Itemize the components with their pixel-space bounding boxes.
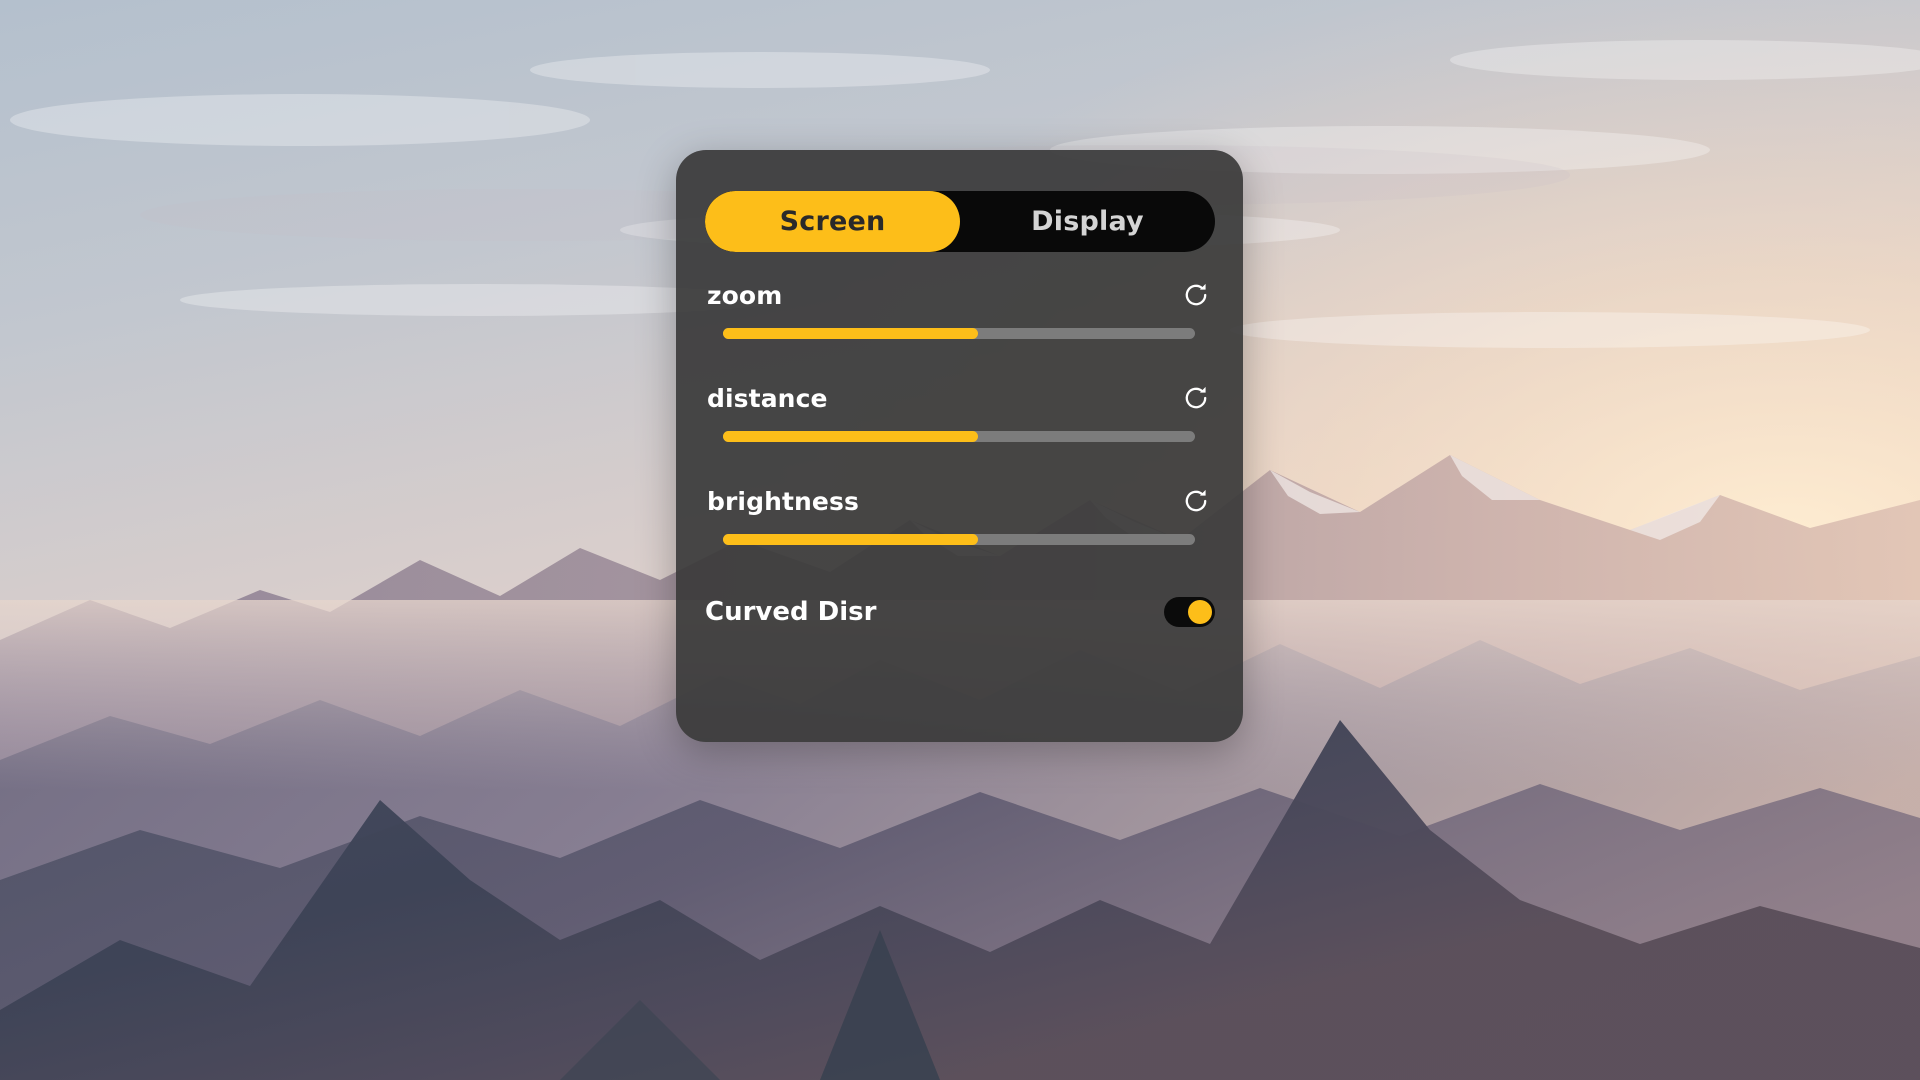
slider-fill-distance xyxy=(723,431,978,442)
slider-label-brightness: brightness xyxy=(707,486,859,516)
tab-screen[interactable]: Screen xyxy=(705,191,960,252)
slider-label-distance: distance xyxy=(707,383,828,413)
slider-fill-zoom xyxy=(723,328,978,339)
slider-track-zoom[interactable] xyxy=(723,328,1195,339)
curved-display-toggle[interactable] xyxy=(1164,597,1215,627)
refresh-icon xyxy=(1181,486,1211,516)
slider-track-brightness[interactable] xyxy=(723,534,1195,545)
slider-header-zoom: zoom xyxy=(705,278,1215,312)
curved-display-label: Curved Disr xyxy=(705,597,877,627)
slider-label-zoom: zoom xyxy=(707,280,783,310)
slider-fill-brightness xyxy=(723,534,978,545)
slider-header-brightness: brightness xyxy=(705,484,1215,518)
slider-row-zoom: zoom xyxy=(705,278,1215,339)
reset-distance-button[interactable] xyxy=(1179,381,1213,415)
screen-settings-panel: Screen Display zoom distance brightness … xyxy=(676,150,1243,742)
refresh-icon xyxy=(1181,383,1211,413)
refresh-icon xyxy=(1181,280,1211,310)
tab-display[interactable]: Display xyxy=(960,191,1215,252)
slider-row-distance: distance xyxy=(705,381,1215,442)
mode-segmented-control[interactable]: Screen Display xyxy=(705,191,1215,252)
slider-track-distance[interactable] xyxy=(723,431,1195,442)
reset-brightness-button[interactable] xyxy=(1179,484,1213,518)
slider-header-distance: distance xyxy=(705,381,1215,415)
toggle-knob xyxy=(1188,600,1212,624)
slider-row-brightness: brightness xyxy=(705,484,1215,545)
reset-zoom-button[interactable] xyxy=(1179,278,1213,312)
curved-display-row: Curved Disr xyxy=(705,590,1215,634)
